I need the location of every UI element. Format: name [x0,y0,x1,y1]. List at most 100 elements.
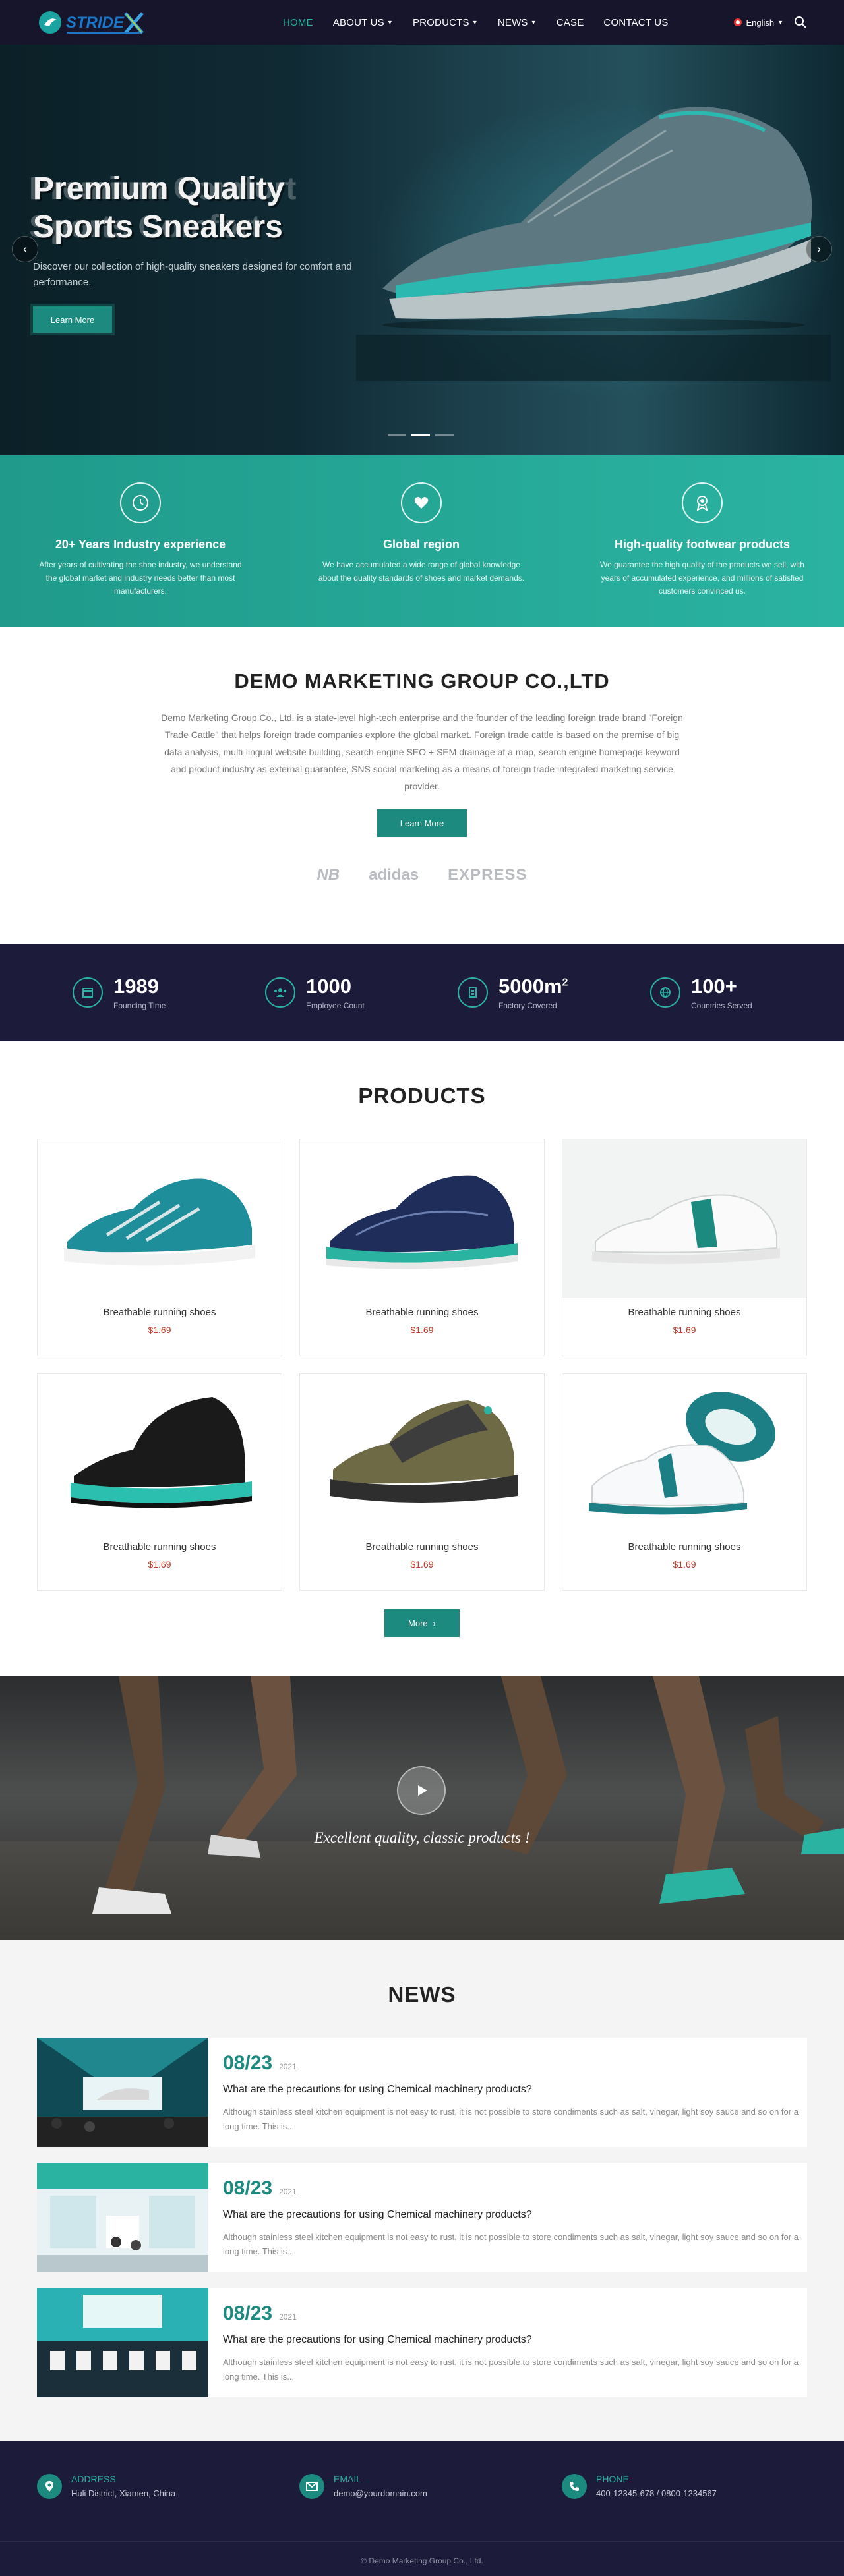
brand-logos: NB adidas EXPRESS [0,866,844,884]
product-card[interactable]: Breathable running shoes $1.69 [37,1139,282,1356]
news-date: 08/23 2021 [223,2303,297,2324]
chevron-down-icon: ▼ [471,19,478,26]
products-section: PRODUCTS Breathable running shoes $1.69 … [0,1041,844,1676]
news-image [37,2038,208,2147]
search-icon[interactable] [794,16,807,29]
products-title: PRODUCTS [358,1083,486,1108]
product-image [38,1374,282,1532]
award-icon [682,482,723,523]
menu-item-contact-us[interactable]: CONTACT US [593,0,678,45]
feature-card: High-quality footwear products We guaran… [562,455,843,627]
news-title: NEWS [388,1982,456,2007]
news-body: 08/23 2021 What are the precautions for u… [208,2288,818,2397]
slider-next-button[interactable]: › [806,236,832,262]
footer-divider [0,2541,844,2542]
slider-dot[interactable] [388,434,406,436]
chevron-right-icon: › [433,1618,436,1628]
phone-label: PHONE [596,2474,629,2484]
more-label: More [408,1618,428,1628]
footer-phone: PHONE 400-12345-678 / 0800-1234567 [562,2474,717,2499]
product-name: Breathable running shoes [103,1307,216,1318]
globe-icon [734,18,742,26]
stat-item: 100+ Countries Served [650,944,843,1041]
news-excerpt: Although stainless steel kitchen equipme… [223,2232,799,2256]
product-image [300,1374,544,1532]
menu-item-about-us[interactable]: ABOUT US ▼ [323,0,403,45]
product-card[interactable]: Breathable running shoes $1.69 [37,1373,282,1591]
main-menu: HOME ABOUT US ▼ PRODUCTS ▼ NEWS ▼ CASE CONT… [273,0,678,45]
hero-title: Premium Quality Sports Sneakers [33,170,284,246]
menu-item-products[interactable]: PRODUCTS ▼ [403,0,488,45]
menu-label: ABOUT US [332,16,384,28]
brand-logo-express: EXPRESS [448,866,528,884]
video-play-button[interactable] [397,1766,446,1815]
footer-address: ADDRESS Huli District, Xiamen, China [37,2474,175,2499]
hero-title-line: Sports Sneakers [33,210,283,244]
menu-label: PRODUCTS [412,16,469,28]
slider-dot-active[interactable] [411,434,430,436]
feature-title: Global region [382,538,460,551]
news-headline[interactable]: What are the precautions for using Chemi… [223,2084,803,2096]
logo[interactable]: STRIDE [37,7,189,38]
hero-banner: Premium Comfort Sports Comfort Premium Q… [0,45,844,455]
calendar-icon [73,977,103,1008]
product-card[interactable]: Breathable running shoes $1.69 [562,1139,807,1356]
slider-prev-button[interactable]: ‹ [12,236,38,262]
product-image [562,1374,806,1532]
video-banner: Excellent quality, classic products ! [0,1676,844,1940]
about-section: DEMO MARKETING GROUP CO.,LTD Demo Market… [0,627,844,944]
product-card[interactable]: Breathable running shoes $1.69 [299,1139,545,1356]
stats-bar: 1989 Founding Time 1000 Employee Count 500… [0,944,844,1041]
menu-label: CONTACT US [603,16,669,28]
about-learn-more-button[interactable]: Learn More [377,809,467,837]
news-card[interactable]: 08/23 2021 What are the precautions for u… [37,2038,807,2147]
product-name: Breathable running shoes [628,1307,741,1318]
email-value[interactable]: demo@yourdomain.com [334,2488,427,2498]
product-image [562,1139,806,1298]
copyright: © Demo Marketing Group Co., Ltd. [361,2556,483,2565]
product-name: Breathable running shoes [628,1541,741,1553]
slider-dot[interactable] [435,434,454,436]
stat-item: 1000 Employee Count [265,944,458,1041]
stat-label: Founding Time [113,1001,166,1010]
features-strip: 20+ Years Industry experience After year… [0,455,844,627]
hero-learn-more-button[interactable]: Learn More [33,306,112,333]
feature-text: We have accumulated a wide range of glob… [318,560,525,583]
menu-label: HOME [283,16,313,28]
feature-text: After years of cultivating the shoe indu… [39,560,242,596]
chevron-down-icon: ▼ [530,19,537,26]
building-icon [458,977,488,1008]
stat-item: 1989 Founding Time [73,944,265,1041]
language-selector[interactable]: English ▼ [733,0,783,45]
phone-value[interactable]: 400-12345-678 / 0800-1234567 [596,2488,717,2498]
about-text: Demo Marketing Group Co., Ltd. is a stat… [161,712,683,791]
menu-item-case[interactable]: CASE [547,0,594,45]
people-icon [265,977,295,1008]
stat-label: Employee Count [306,1001,365,1010]
feature-text: We guarantee the high quality of the pro… [600,560,804,596]
news-body: 08/23 2021 What are the precautions for u… [208,2038,818,2147]
top-navbar: STRIDE HOME ABOUT US ▼ PRODUCTS ▼ NEWS ▼ CA… [0,0,844,45]
news-headline[interactable]: What are the precautions for using Chemi… [223,2334,803,2346]
stat-value: 100+ [691,975,737,998]
news-card[interactable]: 08/23 2021 What are the precautions for u… [37,2163,807,2272]
menu-item-news[interactable]: NEWS ▼ [488,0,547,45]
brand-logo-adidas: adidas [369,866,419,884]
news-headline[interactable]: What are the precautions for using Chemi… [223,2209,803,2221]
stat-value: 1000 [306,975,351,998]
stat-item: 5000m2 Factory Covered [458,944,650,1041]
feature-card: Global region We have accumulated a wide… [281,455,562,627]
products-more-button[interactable]: More › [384,1609,460,1637]
product-name: Breathable running shoes [103,1541,216,1553]
news-date: 08/23 2021 [223,2052,297,2074]
svg-text:STRIDE: STRIDE [66,14,125,32]
product-card[interactable]: Breathable running shoes $1.69 [299,1373,545,1591]
brand-logo-nb: NB [316,866,340,884]
product-card[interactable]: Breathable running shoes $1.69 [562,1373,807,1591]
phone-icon [562,2474,587,2499]
footer-email: EMAIL demo@yourdomain.com [299,2474,427,2499]
menu-label: CASE [556,16,584,28]
stat-value: 1989 [113,975,159,998]
menu-item-home[interactable]: HOME [273,0,323,45]
news-card[interactable]: 08/23 2021 What are the precautions for u… [37,2288,807,2397]
